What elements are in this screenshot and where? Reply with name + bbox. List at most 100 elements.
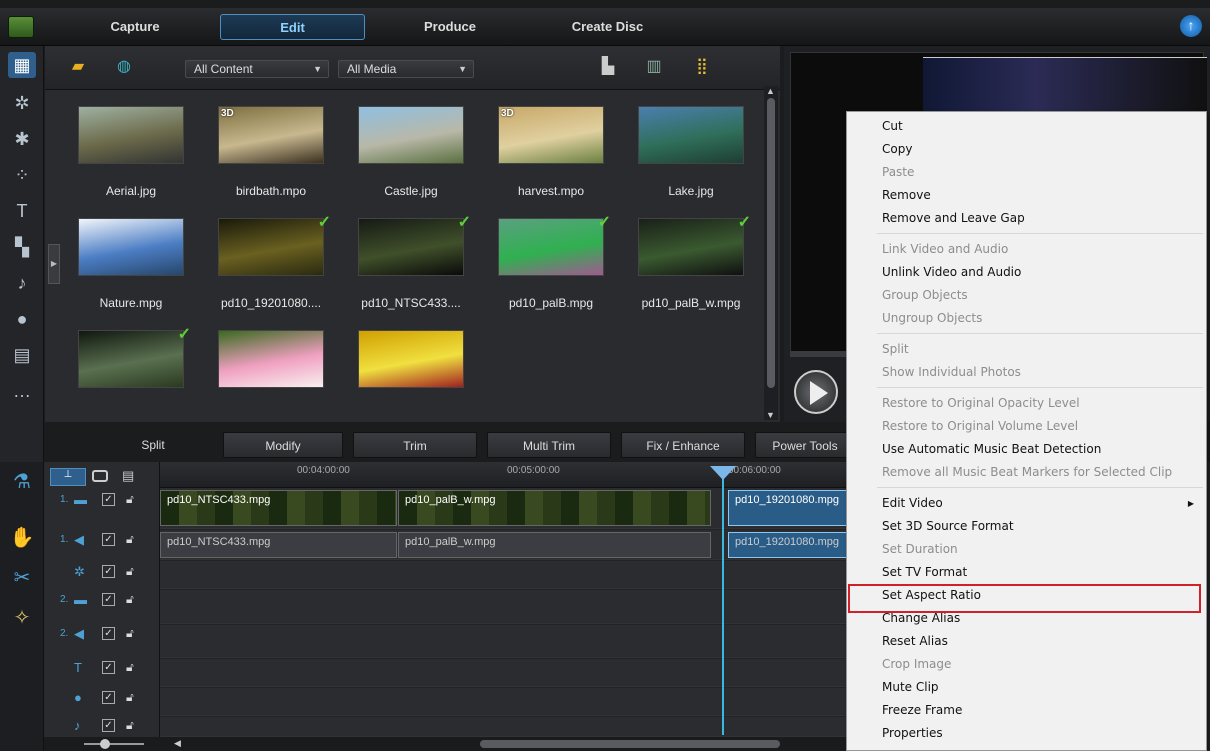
voice-over-icon[interactable]: ●	[8, 306, 36, 332]
menu-item-freeze-frame[interactable]: Freeze Frame	[847, 699, 1206, 722]
media-item[interactable]: ✓	[63, 326, 191, 440]
trim-button[interactable]: Trim	[353, 432, 477, 458]
media-item[interactable]: Lake.jpg	[623, 106, 749, 216]
tab-capture[interactable]: Capture	[100, 14, 170, 40]
lock-icon[interactable]: 🔓︎	[126, 592, 134, 607]
menu-item-cut[interactable]: Cut	[847, 115, 1206, 138]
media-item[interactable]: ✓ pd10_palB.mpg	[483, 214, 611, 328]
media-item[interactable]	[203, 330, 329, 440]
scroll-left-icon[interactable]: ◀	[174, 738, 181, 749]
menu-item-properties[interactable]: Properties	[847, 722, 1206, 745]
lock-icon[interactable]: 🔓︎	[126, 564, 134, 579]
track-enable-checkbox[interactable]: ✓	[102, 661, 115, 674]
video-clip[interactable]: pd10_palB_w.mpg	[398, 490, 711, 526]
media-item[interactable]: Nature.mpg	[63, 218, 189, 328]
audio-clip-selected[interactable]: pd10_19201080.mpg	[728, 532, 850, 558]
scroll-thumb[interactable]	[767, 98, 775, 388]
chapter-room-icon[interactable]: ▤	[8, 342, 36, 368]
lock-icon[interactable]: 🔓︎	[126, 532, 134, 547]
storyboard-icon[interactable]: ▥	[643, 57, 665, 77]
download-media-icon[interactable]: ◍	[113, 57, 135, 77]
menu-item-reset-alias[interactable]: Reset Alias	[847, 630, 1206, 653]
tab-produce[interactable]: Produce	[415, 14, 485, 40]
track-enable-checkbox[interactable]: ✓	[102, 493, 115, 506]
lock-icon[interactable]: 🔓︎	[126, 660, 134, 675]
audio-clip[interactable]: pd10_palB_w.mpg	[398, 532, 711, 558]
video-clip[interactable]: pd10_NTSC433.mpg	[160, 490, 397, 526]
media-room-icon[interactable]: ▦	[8, 52, 36, 78]
effects-room-icon[interactable]: ✲	[8, 90, 36, 116]
playhead-marker[interactable]	[710, 466, 736, 480]
track-enable-checkbox[interactable]: ✓	[102, 533, 115, 546]
audio-clip[interactable]: pd10_NTSC433.mpg	[160, 532, 397, 558]
menu-item-remove[interactable]: Remove	[847, 184, 1206, 207]
subtitle-room-icon[interactable]: …	[8, 378, 36, 404]
menu-item-label: Remove and Leave Gap	[882, 211, 1025, 225]
fix-enhance-button[interactable]: Fix / Enhance	[621, 432, 745, 458]
modify-button[interactable]: Modify	[223, 432, 343, 458]
magic-tools-icon[interactable]: ⚗	[8, 468, 36, 496]
track-enable-checkbox[interactable]: ✓	[102, 719, 115, 732]
expand-panel-handle[interactable]: ▶	[48, 244, 60, 284]
media-item[interactable]: 3D harvest.mpo	[483, 106, 609, 216]
menu-item-edit-video[interactable]: Edit Video ▶	[847, 492, 1206, 515]
track-enable-checkbox[interactable]: ✓	[102, 593, 115, 606]
upload-icon[interactable]: ↑	[1180, 15, 1202, 37]
menu-item-mute-clip[interactable]: Mute Clip	[847, 676, 1206, 699]
media-item[interactable]: Castle.jpg	[343, 106, 469, 216]
lock-icon[interactable]: 🔓︎	[126, 626, 134, 641]
media-item[interactable]: 3D birdbath.mpo	[203, 106, 329, 216]
zoom-slider[interactable]	[84, 743, 144, 745]
lock-icon[interactable]: 🔓︎	[126, 718, 134, 733]
video-clip-selected[interactable]: pd10_19201080.mpg	[728, 490, 850, 526]
add-to-timeline-icon[interactable]: ▙	[597, 57, 619, 77]
media-item[interactable]	[343, 330, 469, 440]
track-enable-checkbox[interactable]: ✓	[102, 627, 115, 640]
timeline-view-icon[interactable]: ⊥	[50, 468, 86, 486]
audio-mixing-icon[interactable]: ♪	[8, 270, 36, 296]
view-options-icon[interactable]: ⣿	[691, 57, 713, 77]
hand-icon[interactable]: ✋	[8, 524, 36, 552]
zoom-knob[interactable]	[100, 739, 110, 749]
track-enable-checkbox[interactable]: ✓	[102, 691, 115, 704]
menu-item-use-automatic-music-beat-detection[interactable]: Use Automatic Music Beat Detection	[847, 438, 1206, 461]
library-scrollbar[interactable]: ▲ ▼	[764, 86, 778, 420]
lock-icon[interactable]: 🔓︎	[126, 492, 134, 507]
menu-item-set-tv-format[interactable]: Set TV Format	[847, 561, 1206, 584]
power-tools-button[interactable]: Power Tools	[755, 432, 855, 458]
media-item[interactable]: ✓ pd10_palB_w.mpg	[623, 214, 751, 328]
timeline-ruler[interactable]: 00:04:00:00 00:05:00:00 00:06:00:00	[160, 462, 850, 488]
pip-room-icon[interactable]: ✱	[8, 126, 36, 152]
timeline-scroll-thumb[interactable]	[480, 740, 780, 748]
import-folder-icon[interactable]: ▰	[67, 57, 89, 77]
media-filter-dropdown[interactable]: All Media ▼	[338, 60, 474, 78]
menu-item-remove-and-leave-gap[interactable]: Remove and Leave Gap	[847, 207, 1206, 230]
tab-edit[interactable]: Edit	[220, 14, 365, 40]
particle-room-icon[interactable]: ⁘	[8, 162, 36, 188]
content-filter-dropdown[interactable]: All Content ▼	[185, 60, 329, 78]
menu-item-copy[interactable]: Copy	[847, 138, 1206, 161]
transition-room-icon[interactable]: ▚	[8, 234, 36, 260]
menu-item-unlink-video-and-audio[interactable]: Unlink Video and Audio	[847, 261, 1206, 284]
scissors-icon[interactable]: ✂	[8, 564, 36, 592]
media-item[interactable]: ✓ pd10_19201080....	[203, 214, 331, 328]
lock-icon[interactable]: 🔓︎	[126, 690, 134, 705]
add-track-icon[interactable]: ▤	[122, 468, 134, 484]
play-button[interactable]	[794, 370, 838, 414]
scroll-up-icon[interactable]: ▲	[766, 86, 775, 96]
split-button[interactable]: Split	[95, 432, 211, 458]
media-item[interactable]: Aerial.jpg	[63, 106, 189, 216]
multi-trim-button[interactable]: Multi Trim	[487, 432, 611, 458]
scroll-down-icon[interactable]: ▼	[766, 410, 775, 420]
media-item[interactable]: ✓ pd10_NTSC433....	[343, 214, 471, 328]
title-room-icon[interactable]: T	[8, 198, 36, 224]
title-lane	[160, 659, 850, 687]
tab-create-disc[interactable]: Create Disc	[560, 14, 655, 40]
track-enable-checkbox[interactable]: ✓	[102, 565, 115, 578]
menu-item-set-3d-source-format[interactable]: Set 3D Source Format	[847, 515, 1206, 538]
timeline-scrollbar[interactable]: ◀	[44, 737, 850, 751]
menu-item-label: Copy	[882, 142, 913, 156]
storyboard-view-icon[interactable]	[92, 470, 108, 482]
media-label: Aerial.jpg	[105, 184, 157, 198]
magic-wand-icon[interactable]: ✧	[8, 604, 36, 632]
